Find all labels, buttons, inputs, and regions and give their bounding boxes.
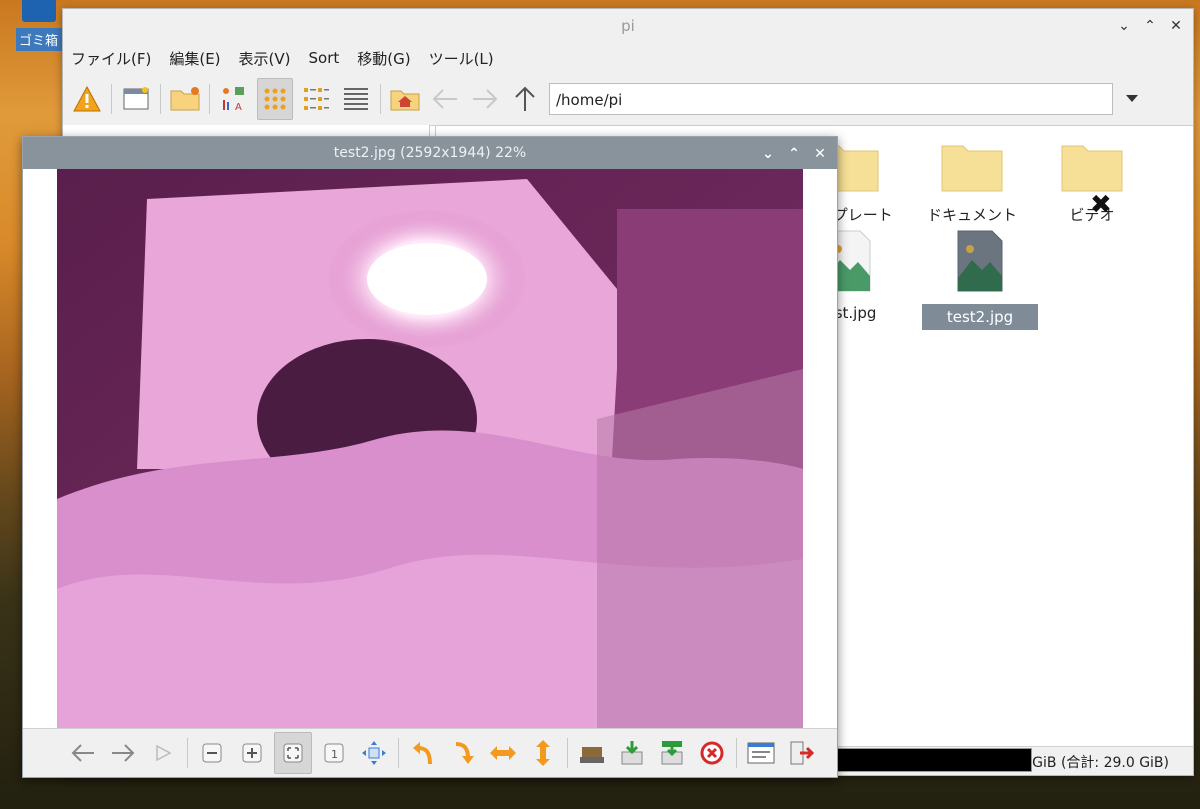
image-viewer-titlebar[interactable]: test2.jpg (2592x1944) 22% ⌄ ⌃ ✕ <box>23 137 837 169</box>
folder-icon <box>941 145 1003 192</box>
up-arrow-icon <box>515 86 535 111</box>
warning-icon <box>73 86 101 112</box>
svg-text:1: 1 <box>331 748 338 761</box>
up-button[interactable] <box>508 79 542 119</box>
list-view-icon <box>344 88 368 110</box>
minimize-button[interactable]: ⌄ <box>1115 15 1133 37</box>
file-name: ドキュメント <box>926 206 1017 224</box>
flip-horizontal-button[interactable] <box>485 733 521 773</box>
toolbar: A /home/pi <box>63 73 1193 126</box>
view-icon-button[interactable] <box>257 78 293 120</box>
trash-label: ゴミ箱 <box>16 28 62 51</box>
home-button[interactable] <box>388 79 422 119</box>
new-window-button[interactable] <box>119 79 153 119</box>
trash-icon <box>22 0 56 22</box>
zoom-out-button[interactable] <box>194 733 230 773</box>
location-input[interactable]: /home/pi <box>549 83 1113 115</box>
fit-window-icon <box>283 743 303 763</box>
save-icon <box>621 741 643 765</box>
delete-button[interactable] <box>694 733 730 773</box>
play-icon <box>156 744 172 762</box>
fullscreen-button[interactable] <box>356 733 392 773</box>
fullscreen-icon <box>362 741 386 765</box>
forward-button[interactable] <box>468 79 502 119</box>
delete-icon <box>700 741 724 765</box>
save-as-button[interactable] <box>654 733 690 773</box>
terminal-strip <box>830 748 1032 772</box>
svg-text:A: A <box>235 102 242 113</box>
maximize-button[interactable]: ⌃ <box>785 143 803 165</box>
quit-button[interactable] <box>783 733 819 773</box>
original-size-button[interactable]: 1 <box>316 733 352 773</box>
file-item-test2-jpg[interactable]: test2.jpg <box>922 230 1038 330</box>
file-manager-titlebar[interactable]: pi ⌄ ⌃ ✕ <box>63 9 1193 43</box>
preferences-button[interactable] <box>743 733 779 773</box>
image-viewer-title: test2.jpg (2592x1944) 22% <box>333 145 527 161</box>
folder-icon <box>1061 145 1123 192</box>
view-list-button[interactable] <box>339 79 373 119</box>
location-dropdown-button[interactable] <box>1125 91 1139 107</box>
menu-tools[interactable]: ツール(L) <box>429 48 494 69</box>
exit-icon <box>790 741 814 765</box>
menu-view[interactable]: 表示(V) <box>239 48 291 69</box>
flip-horizontal-icon <box>490 746 516 760</box>
open-file-icon <box>580 747 604 763</box>
zoom-in-icon <box>242 743 262 763</box>
back-arrow-icon <box>432 89 457 109</box>
warning-button[interactable] <box>70 79 104 119</box>
flip-vertical-button[interactable] <box>525 733 561 773</box>
new-folder-icon <box>170 87 200 111</box>
menubar: ファイル(F) 編集(E) 表示(V) Sort 移動(G) ツール(L) <box>63 43 1193 73</box>
forward-arrow-icon <box>473 89 498 109</box>
file-name: test2.jpg <box>922 304 1038 330</box>
close-x-icon[interactable]: ✖ <box>1090 190 1112 220</box>
icon-view-icon <box>264 88 286 110</box>
original-size-icon: 1 <box>324 743 344 763</box>
fit-window-button[interactable] <box>274 732 312 774</box>
menu-sort[interactable]: Sort <box>309 49 340 67</box>
rotate-right-icon <box>455 742 474 764</box>
minimize-button[interactable]: ⌄ <box>759 143 777 165</box>
save-button[interactable] <box>614 733 650 773</box>
slideshow-button[interactable] <box>145 733 181 773</box>
chevron-down-icon <box>1126 95 1138 102</box>
compact-view-icon <box>304 88 329 110</box>
menu-file[interactable]: ファイル(F) <box>71 48 151 69</box>
new-window-icon <box>123 87 149 110</box>
close-button[interactable]: ✕ <box>1167 15 1185 37</box>
flip-vertical-icon <box>536 740 550 766</box>
menu-go[interactable]: 移動(G) <box>357 48 410 69</box>
window-title: pi <box>621 17 635 35</box>
image-viewer-toolbar: 1 <box>23 728 837 777</box>
thumbnail-view-icon: A <box>223 87 244 113</box>
back-arrow-icon <box>71 744 94 762</box>
image-viewer-window: test2.jpg (2592x1944) 22% ⌄ ⌃ ✕ 1 <box>22 136 838 778</box>
preferences-icon <box>747 742 775 764</box>
view-compact-button[interactable] <box>299 79 333 119</box>
menu-edit[interactable]: 編集(E) <box>169 48 220 69</box>
new-folder-button[interactable] <box>168 79 202 119</box>
forward-arrow-icon <box>112 744 135 762</box>
zoom-in-button[interactable] <box>234 733 270 773</box>
image-file-icon <box>957 230 1003 292</box>
next-image-button[interactable] <box>105 733 141 773</box>
home-folder-icon <box>390 90 420 111</box>
zoom-out-icon <box>202 743 222 763</box>
displayed-photo <box>57 169 803 729</box>
close-button[interactable]: ✕ <box>811 143 829 165</box>
maximize-button[interactable]: ⌃ <box>1141 15 1159 37</box>
rotate-left-button[interactable] <box>405 733 441 773</box>
previous-image-button[interactable] <box>65 733 101 773</box>
trash-desktop-icon[interactable]: ゴミ箱 <box>16 0 62 52</box>
file-item-documents[interactable]: ドキュメント <box>914 140 1030 225</box>
save-as-icon <box>661 741 683 765</box>
back-button[interactable] <box>428 79 462 119</box>
view-thumbnail-button[interactable]: A <box>217 79 251 119</box>
open-file-button[interactable] <box>574 733 610 773</box>
rotate-right-button[interactable] <box>445 733 481 773</box>
rotate-left-icon <box>413 742 432 765</box>
